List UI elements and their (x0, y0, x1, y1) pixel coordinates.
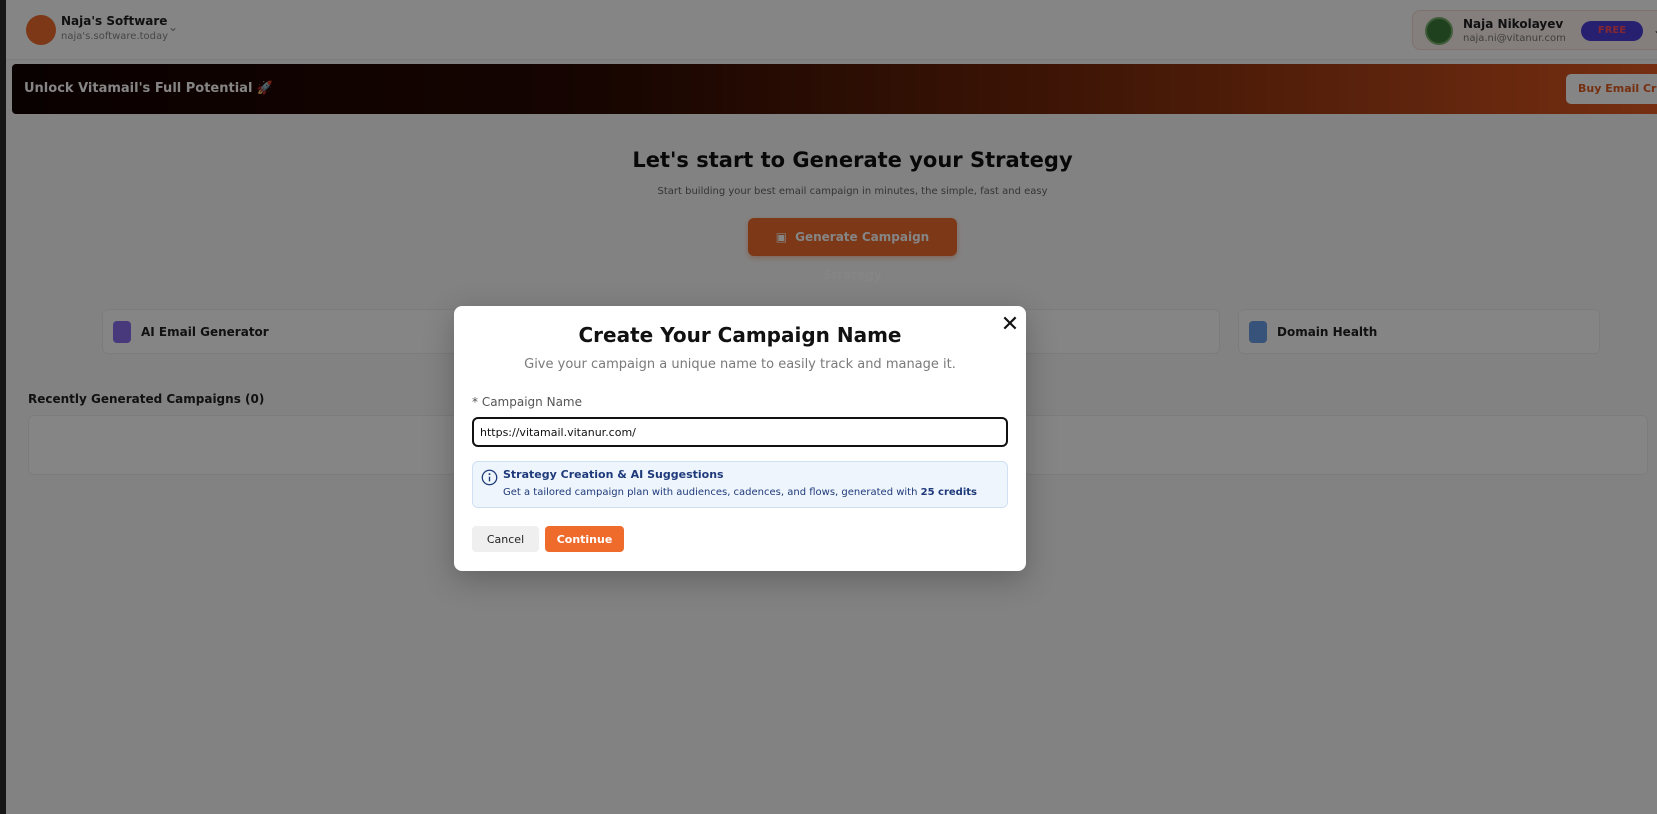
continue-button[interactable]: Continue (545, 526, 624, 552)
modal-subtitle: Give your campaign a unique name to easi… (524, 357, 956, 372)
cancel-button[interactable]: Cancel (472, 526, 539, 552)
page: Naja's Software naja's.software.today ⌄ … (0, 0, 1657, 814)
info-description-text: Get a tailored campaign plan with audien… (503, 487, 918, 498)
info-box: Strategy Creation & AI Suggestions Get a… (472, 461, 1008, 508)
campaign-name-label-text: Campaign Name (481, 395, 582, 409)
info-credits: 25 credits (920, 487, 977, 498)
info-title: Strategy Creation & AI Suggestions (503, 468, 724, 481)
info-icon (481, 469, 498, 486)
campaign-name-label: * Campaign Name (472, 395, 582, 409)
create-campaign-modal: ✕ Create Your Campaign Name Give your ca… (454, 306, 1026, 571)
required-mark: * (472, 395, 478, 409)
info-description: Get a tailored campaign plan with audien… (503, 487, 977, 498)
modal-title: Create Your Campaign Name (578, 323, 902, 347)
campaign-name-input[interactable] (472, 417, 1008, 447)
